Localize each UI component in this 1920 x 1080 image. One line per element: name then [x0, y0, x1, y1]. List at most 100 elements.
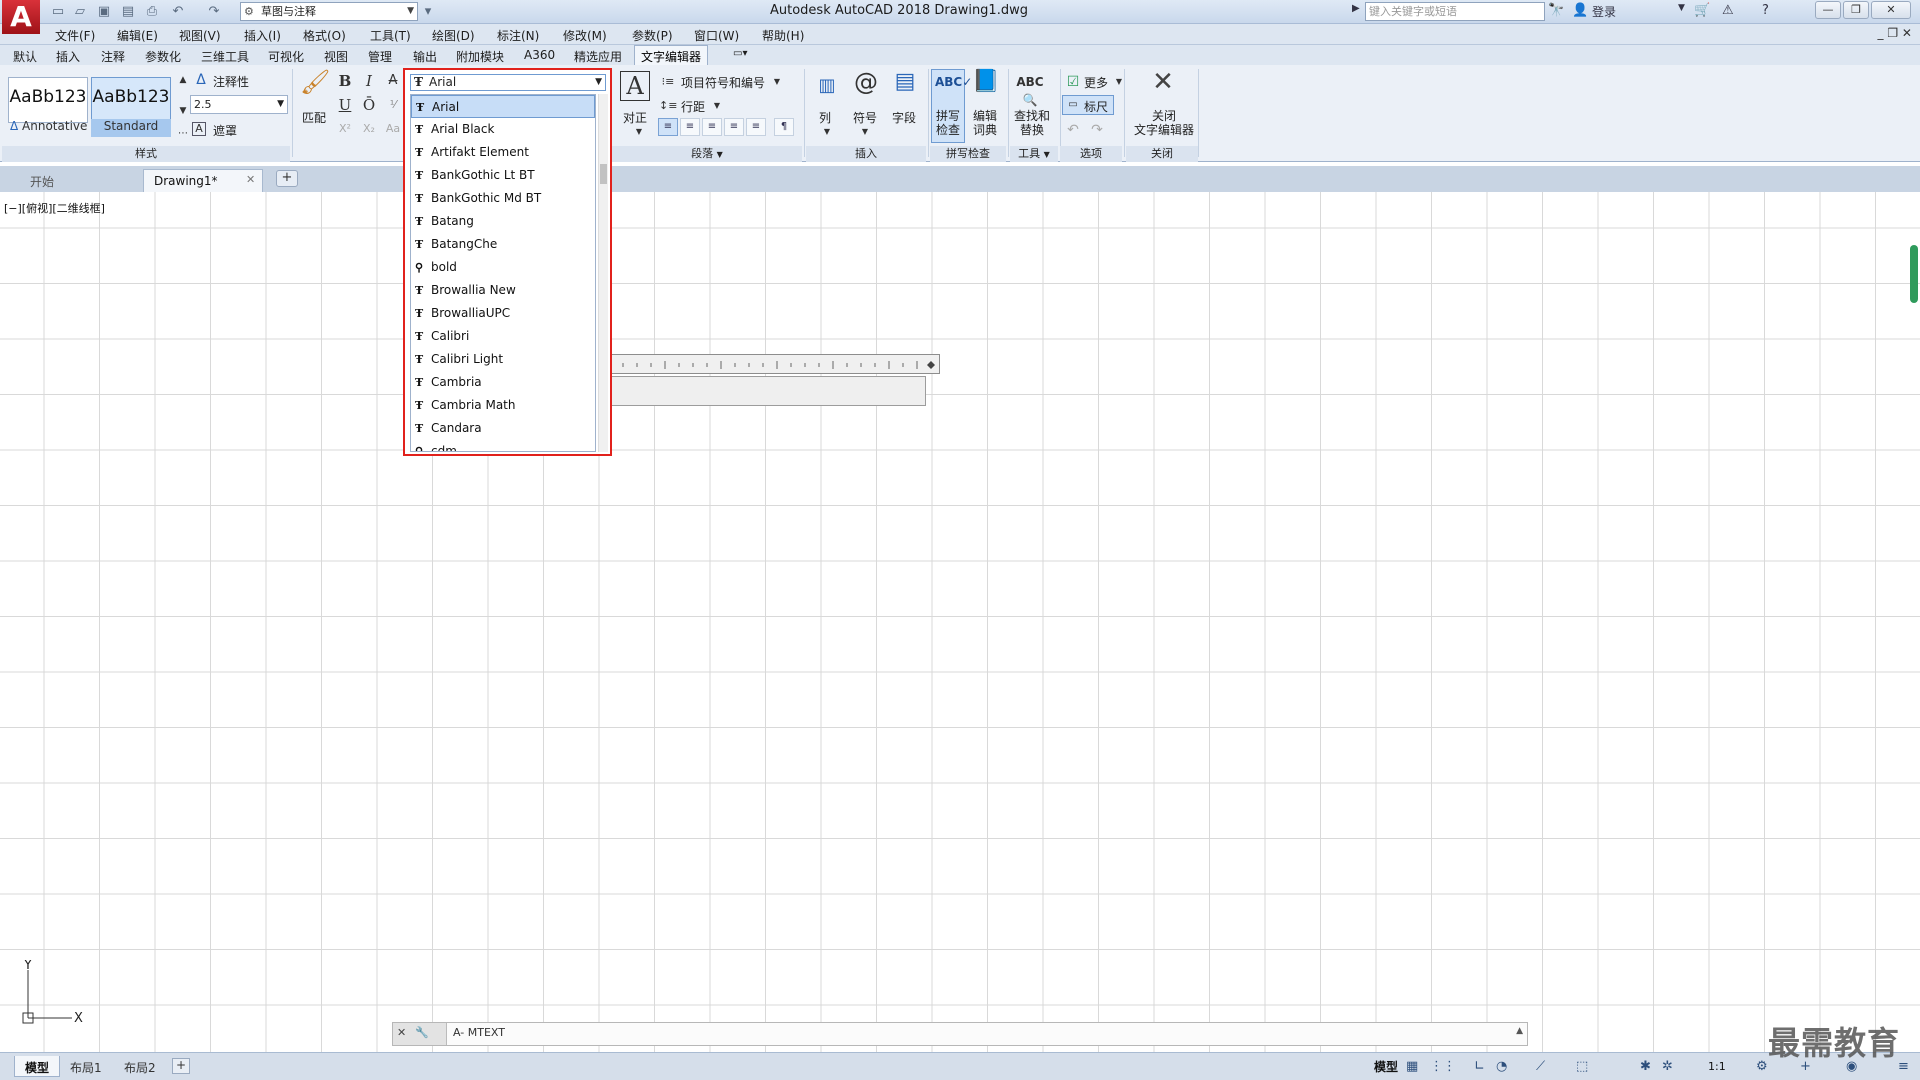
font-dropdown[interactable]: Ŧ Arial ▼ Ŧ Arial Ŧ Arial Black Ŧ Artifakt El…: [403, 68, 612, 456]
tab-3d-tools[interactable]: 三维工具: [201, 48, 249, 65]
gallery-expand-icon[interactable]: ⋯: [174, 125, 192, 143]
menu-parametric[interactable]: 参数(P): [632, 27, 673, 44]
model-space-button[interactable]: 模型: [1374, 1059, 1398, 1075]
customize-quick-access-icon[interactable]: ▾: [420, 4, 436, 20]
open-file-icon[interactable]: ▱: [72, 4, 88, 20]
justify-button[interactable]: ≡: [724, 118, 744, 136]
command-prompt[interactable]: A- MTEXT: [453, 1026, 505, 1039]
mtext-ruler[interactable]: [600, 354, 940, 374]
binoculars-icon[interactable]: 🔭: [1548, 3, 1564, 18]
menu-help[interactable]: 帮助(H): [762, 27, 804, 44]
scrollbar-thumb[interactable]: [600, 164, 607, 184]
font-list-item[interactable]: Ŧ Calibri Light: [411, 348, 595, 371]
undo-icon[interactable]: ↶: [1064, 121, 1082, 139]
tab-manage[interactable]: 管理: [368, 48, 392, 65]
distribute-button[interactable]: ≡: [746, 118, 766, 136]
menu-insert[interactable]: 插入(I): [244, 27, 281, 44]
menu-window[interactable]: 窗口(W): [694, 27, 739, 44]
align-center-button[interactable]: ≡: [680, 118, 700, 136]
font-list-scrollbar[interactable]: [598, 94, 608, 452]
save-as-icon[interactable]: ▤: [120, 4, 136, 20]
font-list-item[interactable]: Ŧ Cambria: [411, 371, 595, 394]
menu-draw[interactable]: 绘图(D): [432, 27, 475, 44]
font-list-item[interactable]: Ŧ BatangChe: [411, 233, 595, 256]
tab-output[interactable]: 输出: [413, 48, 437, 65]
maximize-button[interactable]: ❐: [1843, 1, 1869, 19]
new-drawing-button[interactable]: +: [276, 170, 298, 187]
workspace-select[interactable]: ⚙ 草图与注释 ▼: [240, 2, 418, 21]
tab-text-editor[interactable]: 文字编辑器: [634, 45, 709, 65]
print-icon[interactable]: ⎙: [144, 4, 160, 20]
tab-a360[interactable]: A360: [524, 48, 555, 62]
justification-icon[interactable]: A: [620, 71, 650, 101]
columns-icon[interactable]: ▥: [816, 77, 838, 101]
tab-view[interactable]: 视图: [324, 48, 348, 65]
align-right-button[interactable]: ≡: [702, 118, 722, 136]
tab-default[interactable]: 默认: [13, 48, 37, 65]
panel-label-tools[interactable]: 工具 ▼: [1010, 146, 1058, 162]
help-icon[interactable]: ?: [1762, 3, 1769, 18]
osnap-icon[interactable]: ⬚: [1576, 1059, 1588, 1075]
chevron-down-icon[interactable]: ▼: [1678, 3, 1685, 13]
panel-label-style[interactable]: 样式: [2, 146, 290, 162]
viewport-controls[interactable]: [−][俯视][二维线框]: [4, 200, 105, 216]
user-icon[interactable]: 👤: [1572, 3, 1588, 18]
font-list-item[interactable]: Ŧ BankGothic Lt BT: [411, 164, 595, 187]
italic-button[interactable]: I: [360, 72, 378, 90]
snap-icon[interactable]: ⋮⋮: [1430, 1059, 1456, 1075]
panel-label-close[interactable]: 关闭: [1126, 146, 1198, 162]
bold-button[interactable]: B: [336, 72, 354, 90]
line-spacing-button[interactable]: 行距: [681, 98, 705, 115]
navigation-bar-handle[interactable]: [1910, 245, 1918, 303]
grid-icon[interactable]: ▦: [1406, 1059, 1418, 1075]
stack-icon[interactable]: ⅟: [384, 96, 402, 114]
panel-label-insert[interactable]: 插入: [806, 146, 926, 162]
annotative-toggle[interactable]: 注释性: [213, 73, 249, 90]
annotation-visibility-icon[interactable]: ✱: [1640, 1059, 1651, 1075]
panel-label-spell-check[interactable]: 拼写检查: [930, 146, 1006, 162]
ortho-icon[interactable]: ∟: [1474, 1059, 1485, 1075]
panel-label-options[interactable]: 选项: [1060, 146, 1122, 162]
undo-icon[interactable]: ↶: [170, 4, 186, 20]
command-line[interactable]: ✕ 🔧 A- MTEXT ▲: [392, 1022, 1528, 1046]
more-options-button[interactable]: 更多: [1084, 74, 1108, 91]
mask-button[interactable]: 遮罩: [213, 122, 237, 139]
tab-drawing1[interactable]: Drawing1*: [143, 169, 263, 192]
close-icon[interactable]: ✕: [246, 173, 255, 186]
font-list-item[interactable]: ⚲ bold: [411, 256, 595, 279]
font-list-item[interactable]: Ŧ Batang: [411, 210, 595, 233]
text-style-annotative[interactable]: AaBb123: [8, 77, 88, 123]
cart-icon[interactable]: 🛒: [1694, 3, 1710, 18]
menu-edit[interactable]: 编辑(E): [117, 27, 158, 44]
gallery-scroll-up-icon[interactable]: ▲: [174, 71, 192, 89]
expand-search-icon[interactable]: ▶: [1352, 3, 1360, 14]
align-left-button[interactable]: ≡: [658, 118, 678, 136]
overline-button[interactable]: Ō: [360, 96, 378, 114]
minimize-button[interactable]: —: [1815, 1, 1841, 19]
new-file-icon[interactable]: ▭: [50, 4, 66, 20]
signin-link[interactable]: 登录: [1592, 3, 1616, 20]
tab-parametric[interactable]: 参数化: [145, 48, 181, 65]
save-icon[interactable]: ▣: [96, 4, 112, 20]
tab-start[interactable]: 开始: [20, 169, 64, 192]
tab-visualize[interactable]: 可视化: [268, 48, 304, 65]
font-list-item[interactable]: Ŧ Candara: [411, 417, 595, 440]
mtext-input-box[interactable]: [600, 376, 926, 406]
font-list-item[interactable]: Ŧ Browallia New: [411, 279, 595, 302]
tab-model[interactable]: 模型: [14, 1056, 61, 1077]
font-list-item[interactable]: Ŧ Cambria Math: [411, 394, 595, 417]
panel-label-paragraph[interactable]: 段落 ▼: [612, 146, 802, 162]
paragraph-settings-button[interactable]: ¶: [774, 118, 794, 136]
application-menu-button[interactable]: A: [2, 0, 40, 34]
polar-icon[interactable]: ◔: [1496, 1059, 1507, 1075]
change-case-icon[interactable]: Aa: [384, 120, 402, 138]
tab-layout1[interactable]: 布局1: [60, 1056, 112, 1077]
font-list-item[interactable]: ⚲ cdm: [411, 440, 595, 451]
auto-scale-icon[interactable]: ✲: [1662, 1059, 1673, 1075]
close-icon[interactable]: ✕: [397, 1026, 406, 1039]
text-style-standard[interactable]: AaBb123: [91, 77, 171, 123]
font-list-item[interactable]: Ŧ Calibri: [411, 325, 595, 348]
edit-dictionary-icon[interactable]: 📘: [972, 71, 999, 101]
redo-icon[interactable]: ↷: [1088, 121, 1106, 139]
menu-modify[interactable]: 修改(M): [563, 27, 607, 44]
